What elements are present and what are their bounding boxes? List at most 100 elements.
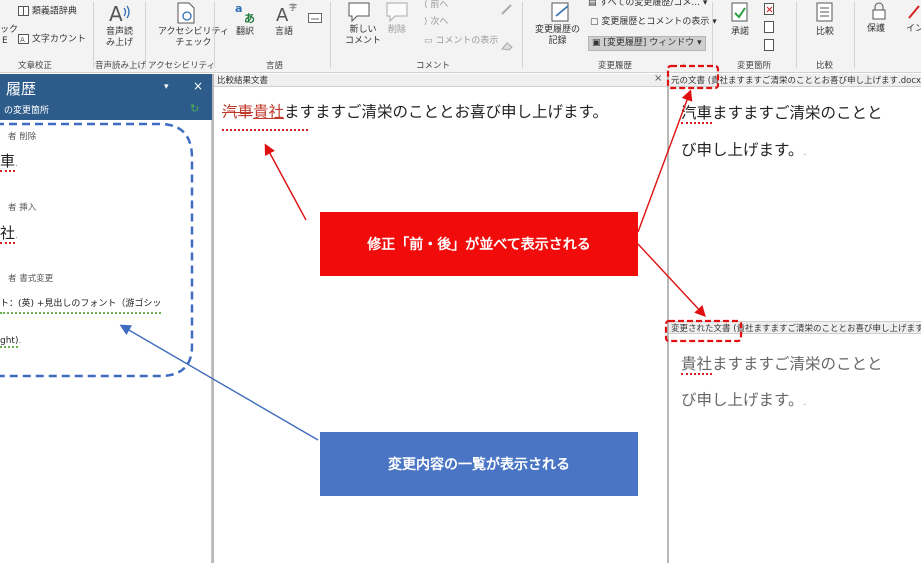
para-mark: . — [15, 231, 18, 241]
compared-document-text: 汽車貴社ますますご清栄のこととお喜び申し上げます。 — [222, 100, 608, 122]
next-change-icon — [764, 36, 776, 55]
revised-line-1: 貴社ますますご清栄のことと — [681, 352, 883, 375]
revised-line-2: び申し上げます。. — [681, 388, 806, 410]
thesaurus-button[interactable]: 類義語辞典 — [18, 6, 77, 18]
original-line-2-text: び申し上げます。 — [681, 141, 804, 159]
group-compare: 比較 — [816, 61, 834, 71]
ink-comment-icon — [500, 1, 514, 20]
svg-text:A: A — [109, 2, 123, 24]
revision-type-format: 者 書式変更 — [8, 274, 54, 284]
accessibility-check-icon — [176, 2, 196, 28]
original-document[interactable]: 汽車ますますご清栄のことと び申し上げます。. — [669, 88, 921, 321]
compared-close-icon[interactable]: × — [654, 73, 662, 84]
format-change-marker — [222, 129, 308, 131]
all-markup-select[interactable]: ▤ すべての変更履歴/コメ... ▾ — [588, 0, 707, 9]
show-comments-label: コメントの表示 — [435, 36, 499, 46]
show-markup-button[interactable]: ▢ 変更履歴とコメントの表示 ▾ — [590, 17, 717, 28]
check-partial-label: ック — [0, 25, 19, 35]
thesaurus-label: 類義語辞典 — [31, 6, 77, 17]
revision-type-delete: 者 削除 — [8, 132, 37, 142]
original-line-1: 汽車ますますご清栄のことと — [681, 101, 883, 124]
para-mark: . — [803, 148, 807, 158]
revised-document-title: 変更された文書 (貴社ますますご清栄のこととお喜び申し上げます（修正 — [671, 324, 921, 334]
original-document-title: 元の文書 (貴社ますますご清栄のこととお喜び申し上げます.docx - 一正 — [671, 76, 921, 86]
revised-document[interactable]: 貴社ますますご清栄のことと び申し上げます。. — [669, 335, 921, 563]
thesaurus-icon — [18, 6, 29, 16]
group-tracking-launcher-icon[interactable]: ⌟ — [681, 59, 685, 69]
word-count-button[interactable]: A 文字カウント — [18, 34, 86, 46]
ink-button[interactable]: イン — [906, 24, 921, 35]
compare-icon — [816, 2, 836, 28]
chevron-down-icon: ▾ — [702, 0, 708, 8]
protect-button[interactable]: 保護 — [867, 24, 885, 35]
prev-label: 前へ — [430, 0, 449, 10]
revision-inserted-text: 社 — [0, 224, 16, 244]
svg-text:A: A — [276, 5, 289, 24]
check-button-partial-2[interactable]: E — [2, 36, 8, 47]
original-document-header: 元の文書 (貴社ますますご清栄のこととお喜び申し上げます.docx - 一正 — [669, 74, 921, 87]
svg-text:字: 字 — [289, 2, 297, 12]
revision-text-format-tail: ght). — [0, 336, 22, 348]
revision-text-insert[interactable]: 社. — [0, 222, 18, 244]
pane-options-chevron-icon[interactable]: ▾ — [164, 82, 169, 92]
reviewing-pane-icon: ▣ — [592, 38, 604, 48]
revision-text-format[interactable]: ト：(英) +見出しのフォント（游ゴシッ — [0, 296, 162, 314]
original-line-1-text: ますますご清栄のことと — [712, 104, 883, 122]
translate-button[interactable]: 翻訳 — [236, 27, 254, 38]
reviewing-pane-button[interactable]: ▣ [変更履歴] ウィンドウ ▾ — [588, 36, 706, 51]
accept-icon — [731, 2, 751, 28]
original-line-2: び申し上げます。. — [681, 138, 806, 160]
new-comment-button[interactable]: 新しい コメント — [345, 25, 381, 47]
revision-deleted-text: 車 — [0, 152, 16, 172]
prev-change-icon — [764, 18, 776, 37]
para-mark: . — [803, 398, 807, 408]
track-changes-button[interactable]: 変更履歴の 記録 — [535, 25, 580, 47]
protect-icon — [871, 2, 887, 24]
svg-text:a: a — [235, 2, 242, 15]
compare-button[interactable]: 比較 — [816, 27, 834, 38]
group-comments: コメント — [416, 61, 451, 71]
accept-button[interactable]: 承諾 — [731, 27, 749, 38]
deleted-text: 汽車 — [222, 103, 254, 121]
eraser-icon — [500, 36, 514, 55]
compared-document-header: 比較結果文書 × — [214, 73, 667, 87]
revisions-pane-summary: の変更箇所 — [4, 106, 50, 116]
show-comments-icon: ▭ — [424, 36, 436, 46]
accessibility-check-button[interactable]: アクセシビリティ チェック — [158, 27, 229, 49]
revision-format-tail-text: ght) — [0, 336, 19, 348]
ribbon: 類義語辞典 ック E A 文字カウント A 音声読 み上げ アクセシビリティ チ… — [0, 0, 921, 73]
refresh-icon[interactable]: ↻ — [190, 102, 199, 115]
show-comments-button[interactable]: ▭ コメントの表示 — [424, 36, 498, 47]
svg-text:あ: あ — [244, 12, 255, 24]
para-mark: . — [18, 336, 22, 346]
revised-line-2-text: び申し上げます。 — [681, 391, 804, 409]
check-partial-label-2: E — [2, 36, 8, 46]
group-speech: 音声読み上げ — [95, 61, 147, 71]
keyboard-icon — [308, 8, 322, 27]
word-count-icon: A — [18, 34, 29, 44]
all-markup-icon: ▤ — [588, 0, 600, 8]
read-aloud-button[interactable]: 音声読 み上げ — [106, 27, 133, 49]
show-markup-label: 変更履歴とコメントの表示 — [601, 17, 710, 27]
revisions-pane-header: 履歴 の変更箇所 ▾ × ↻ — [0, 74, 212, 120]
revised-document-header: 変更された文書 (貴社ますますご清栄のこととお喜び申し上げます（修正 — [669, 321, 921, 334]
language-button[interactable]: 言語 — [275, 27, 293, 38]
revisions-pane: 履歴 の変更箇所 ▾ × ↻ 者 削除 車. 者 挿入 社. 者 書式変更 ト：… — [0, 74, 212, 563]
revision-text-delete[interactable]: 車. — [0, 150, 18, 172]
original-marked-text: 汽車 — [681, 104, 713, 124]
next-comment-button[interactable]: ⟩ 次へ — [424, 17, 448, 28]
word-count-label: 文字カウント — [31, 34, 86, 45]
read-aloud-icon: A — [108, 2, 132, 28]
group-language: 言語 — [266, 61, 284, 71]
revised-line-1-text: ますますご清栄のことと — [712, 355, 883, 373]
pane-close-icon[interactable]: × — [193, 79, 203, 93]
unchanged-text: ますますご清栄のこととお喜び申し上げます。 — [284, 103, 608, 121]
check-button-partial[interactable]: ック — [0, 25, 18, 36]
delete-comment-icon — [386, 2, 408, 26]
compared-document-title: 比較結果文書 — [217, 76, 269, 86]
chevron-down-icon: ▾ — [697, 38, 702, 48]
delete-comment-button[interactable]: 削除 — [388, 25, 406, 36]
prev-comment-button[interactable]: ⟨ 前へ — [424, 0, 448, 11]
callout-side-by-side: 修正「前・後」が並べて表示される — [320, 212, 638, 276]
language-icon: A字 — [274, 0, 298, 28]
